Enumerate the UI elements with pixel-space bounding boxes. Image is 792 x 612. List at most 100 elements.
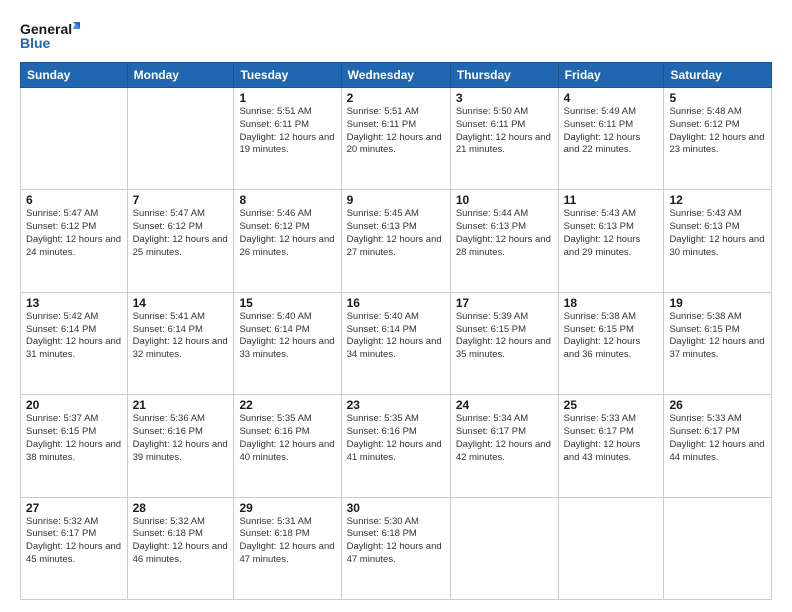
cell-info-text: Sunrise: 5:49 AM Sunset: 6:11 PM Dayligh… [564,106,659,157]
cell-day-number: 17 [456,296,553,310]
cell-info-text: Sunrise: 5:43 AM Sunset: 6:13 PM Dayligh… [669,208,766,259]
calendar-cell: 8Sunrise: 5:46 AM Sunset: 6:12 PM Daylig… [234,190,341,292]
cell-info-text: Sunrise: 5:34 AM Sunset: 6:17 PM Dayligh… [456,413,553,464]
cell-day-number: 28 [133,501,229,515]
cell-info-text: Sunrise: 5:30 AM Sunset: 6:18 PM Dayligh… [347,516,445,567]
logo: General Blue [20,18,80,54]
calendar-cell: 15Sunrise: 5:40 AM Sunset: 6:14 PM Dayli… [234,292,341,394]
weekday-header-tuesday: Tuesday [234,63,341,88]
calendar-cell [127,88,234,190]
week-row-2: 13Sunrise: 5:42 AM Sunset: 6:14 PM Dayli… [21,292,772,394]
weekday-header-sunday: Sunday [21,63,128,88]
calendar-cell: 20Sunrise: 5:37 AM Sunset: 6:15 PM Dayli… [21,395,128,497]
calendar-cell: 4Sunrise: 5:49 AM Sunset: 6:11 PM Daylig… [558,88,664,190]
cell-day-number: 20 [26,398,122,412]
cell-day-number: 22 [239,398,335,412]
calendar-cell: 21Sunrise: 5:36 AM Sunset: 6:16 PM Dayli… [127,395,234,497]
week-row-0: 1Sunrise: 5:51 AM Sunset: 6:11 PM Daylig… [21,88,772,190]
cell-day-number: 1 [239,91,335,105]
cell-info-text: Sunrise: 5:44 AM Sunset: 6:13 PM Dayligh… [456,208,553,259]
cell-day-number: 30 [347,501,445,515]
cell-info-text: Sunrise: 5:45 AM Sunset: 6:13 PM Dayligh… [347,208,445,259]
calendar-cell: 5Sunrise: 5:48 AM Sunset: 6:12 PM Daylig… [664,88,772,190]
cell-info-text: Sunrise: 5:47 AM Sunset: 6:12 PM Dayligh… [133,208,229,259]
cell-day-number: 5 [669,91,766,105]
cell-day-number: 23 [347,398,445,412]
cell-info-text: Sunrise: 5:50 AM Sunset: 6:11 PM Dayligh… [456,106,553,157]
cell-info-text: Sunrise: 5:36 AM Sunset: 6:16 PM Dayligh… [133,413,229,464]
generalblue-logo-icon: General Blue [20,18,80,54]
calendar-cell: 9Sunrise: 5:45 AM Sunset: 6:13 PM Daylig… [341,190,450,292]
cell-day-number: 19 [669,296,766,310]
cell-day-number: 15 [239,296,335,310]
weekday-header-saturday: Saturday [664,63,772,88]
calendar-cell: 28Sunrise: 5:32 AM Sunset: 6:18 PM Dayli… [127,497,234,599]
cell-day-number: 2 [347,91,445,105]
cell-info-text: Sunrise: 5:38 AM Sunset: 6:15 PM Dayligh… [669,311,766,362]
calendar-cell [21,88,128,190]
cell-info-text: Sunrise: 5:33 AM Sunset: 6:17 PM Dayligh… [564,413,659,464]
calendar-cell: 27Sunrise: 5:32 AM Sunset: 6:17 PM Dayli… [21,497,128,599]
cell-info-text: Sunrise: 5:37 AM Sunset: 6:15 PM Dayligh… [26,413,122,464]
calendar-cell [450,497,558,599]
calendar-table: SundayMondayTuesdayWednesdayThursdayFrid… [20,62,772,600]
cell-info-text: Sunrise: 5:48 AM Sunset: 6:12 PM Dayligh… [669,106,766,157]
week-row-1: 6Sunrise: 5:47 AM Sunset: 6:12 PM Daylig… [21,190,772,292]
cell-day-number: 26 [669,398,766,412]
calendar-cell: 19Sunrise: 5:38 AM Sunset: 6:15 PM Dayli… [664,292,772,394]
cell-day-number: 7 [133,193,229,207]
calendar-cell: 24Sunrise: 5:34 AM Sunset: 6:17 PM Dayli… [450,395,558,497]
calendar-cell: 29Sunrise: 5:31 AM Sunset: 6:18 PM Dayli… [234,497,341,599]
calendar-cell: 6Sunrise: 5:47 AM Sunset: 6:12 PM Daylig… [21,190,128,292]
calendar-cell: 1Sunrise: 5:51 AM Sunset: 6:11 PM Daylig… [234,88,341,190]
calendar-cell: 3Sunrise: 5:50 AM Sunset: 6:11 PM Daylig… [450,88,558,190]
week-row-3: 20Sunrise: 5:37 AM Sunset: 6:15 PM Dayli… [21,395,772,497]
weekday-header-thursday: Thursday [450,63,558,88]
calendar-cell: 10Sunrise: 5:44 AM Sunset: 6:13 PM Dayli… [450,190,558,292]
cell-info-text: Sunrise: 5:32 AM Sunset: 6:17 PM Dayligh… [26,516,122,567]
calendar-cell [664,497,772,599]
cell-info-text: Sunrise: 5:51 AM Sunset: 6:11 PM Dayligh… [239,106,335,157]
weekday-header-row: SundayMondayTuesdayWednesdayThursdayFrid… [21,63,772,88]
cell-day-number: 10 [456,193,553,207]
calendar-cell: 12Sunrise: 5:43 AM Sunset: 6:13 PM Dayli… [664,190,772,292]
cell-info-text: Sunrise: 5:46 AM Sunset: 6:12 PM Dayligh… [239,208,335,259]
cell-day-number: 27 [26,501,122,515]
cell-day-number: 9 [347,193,445,207]
cell-info-text: Sunrise: 5:42 AM Sunset: 6:14 PM Dayligh… [26,311,122,362]
calendar-cell [558,497,664,599]
cell-info-text: Sunrise: 5:43 AM Sunset: 6:13 PM Dayligh… [564,208,659,259]
calendar-cell: 18Sunrise: 5:38 AM Sunset: 6:15 PM Dayli… [558,292,664,394]
cell-day-number: 24 [456,398,553,412]
calendar-cell: 2Sunrise: 5:51 AM Sunset: 6:11 PM Daylig… [341,88,450,190]
cell-day-number: 29 [239,501,335,515]
cell-day-number: 14 [133,296,229,310]
cell-day-number: 4 [564,91,659,105]
cell-info-text: Sunrise: 5:31 AM Sunset: 6:18 PM Dayligh… [239,516,335,567]
cell-info-text: Sunrise: 5:35 AM Sunset: 6:16 PM Dayligh… [239,413,335,464]
calendar-cell: 16Sunrise: 5:40 AM Sunset: 6:14 PM Dayli… [341,292,450,394]
page: General Blue SundayMondayTuesdayWednesda… [0,0,792,612]
cell-day-number: 12 [669,193,766,207]
week-row-4: 27Sunrise: 5:32 AM Sunset: 6:17 PM Dayli… [21,497,772,599]
calendar-cell: 23Sunrise: 5:35 AM Sunset: 6:16 PM Dayli… [341,395,450,497]
cell-day-number: 11 [564,193,659,207]
cell-day-number: 16 [347,296,445,310]
cell-day-number: 18 [564,296,659,310]
cell-day-number: 13 [26,296,122,310]
cell-day-number: 21 [133,398,229,412]
calendar-cell: 25Sunrise: 5:33 AM Sunset: 6:17 PM Dayli… [558,395,664,497]
weekday-header-monday: Monday [127,63,234,88]
cell-info-text: Sunrise: 5:41 AM Sunset: 6:14 PM Dayligh… [133,311,229,362]
cell-info-text: Sunrise: 5:47 AM Sunset: 6:12 PM Dayligh… [26,208,122,259]
calendar-cell: 13Sunrise: 5:42 AM Sunset: 6:14 PM Dayli… [21,292,128,394]
calendar-cell: 30Sunrise: 5:30 AM Sunset: 6:18 PM Dayli… [341,497,450,599]
cell-info-text: Sunrise: 5:33 AM Sunset: 6:17 PM Dayligh… [669,413,766,464]
cell-info-text: Sunrise: 5:40 AM Sunset: 6:14 PM Dayligh… [347,311,445,362]
calendar-cell: 26Sunrise: 5:33 AM Sunset: 6:17 PM Dayli… [664,395,772,497]
svg-text:Blue: Blue [20,35,51,51]
cell-day-number: 25 [564,398,659,412]
cell-info-text: Sunrise: 5:51 AM Sunset: 6:11 PM Dayligh… [347,106,445,157]
cell-info-text: Sunrise: 5:39 AM Sunset: 6:15 PM Dayligh… [456,311,553,362]
header: General Blue [20,18,772,54]
